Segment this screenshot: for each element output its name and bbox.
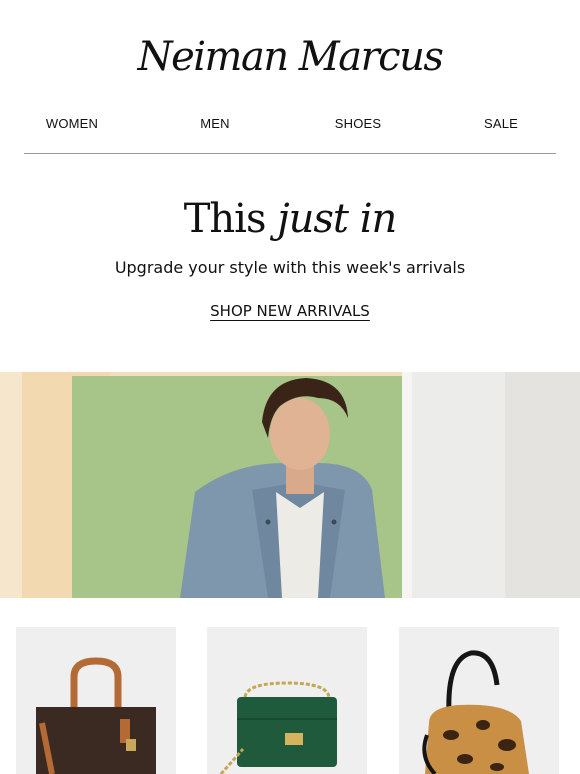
brand-logo[interactable]: Neiman Marcus (0, 22, 580, 92)
nav-item-women[interactable]: WOMEN (12, 116, 132, 131)
hero-title-italic: just in (277, 196, 397, 242)
nav-divider (24, 153, 556, 154)
hero-title-plain: This (183, 196, 267, 242)
nav-item-sale[interactable]: SALE (441, 116, 561, 131)
nav-item-shoes[interactable]: SHOES (298, 116, 418, 131)
product-card-tote[interactable] (16, 627, 176, 774)
main-nav: WOMEN MEN SHOES SALE (0, 116, 580, 136)
banner-photo-illustration (0, 372, 580, 598)
nav-item-men[interactable]: MEN (155, 116, 275, 131)
product-card-shoulder-bag[interactable] (207, 627, 367, 774)
hero-cta-wrap: SHOP NEW ARRIVALS (0, 302, 580, 321)
leopard-bucket-bag-icon (399, 627, 559, 774)
banner-image[interactable] (0, 372, 580, 598)
shop-new-arrivals-link[interactable]: SHOP NEW ARRIVALS (210, 302, 370, 320)
product-card-bucket-bag[interactable] (399, 627, 559, 774)
hero-subtitle: Upgrade your style with this week's arri… (114, 258, 466, 277)
green-shoulder-bag-icon (207, 627, 367, 774)
hero-title: This just in (0, 196, 580, 242)
brown-tote-bag-icon (16, 627, 176, 774)
